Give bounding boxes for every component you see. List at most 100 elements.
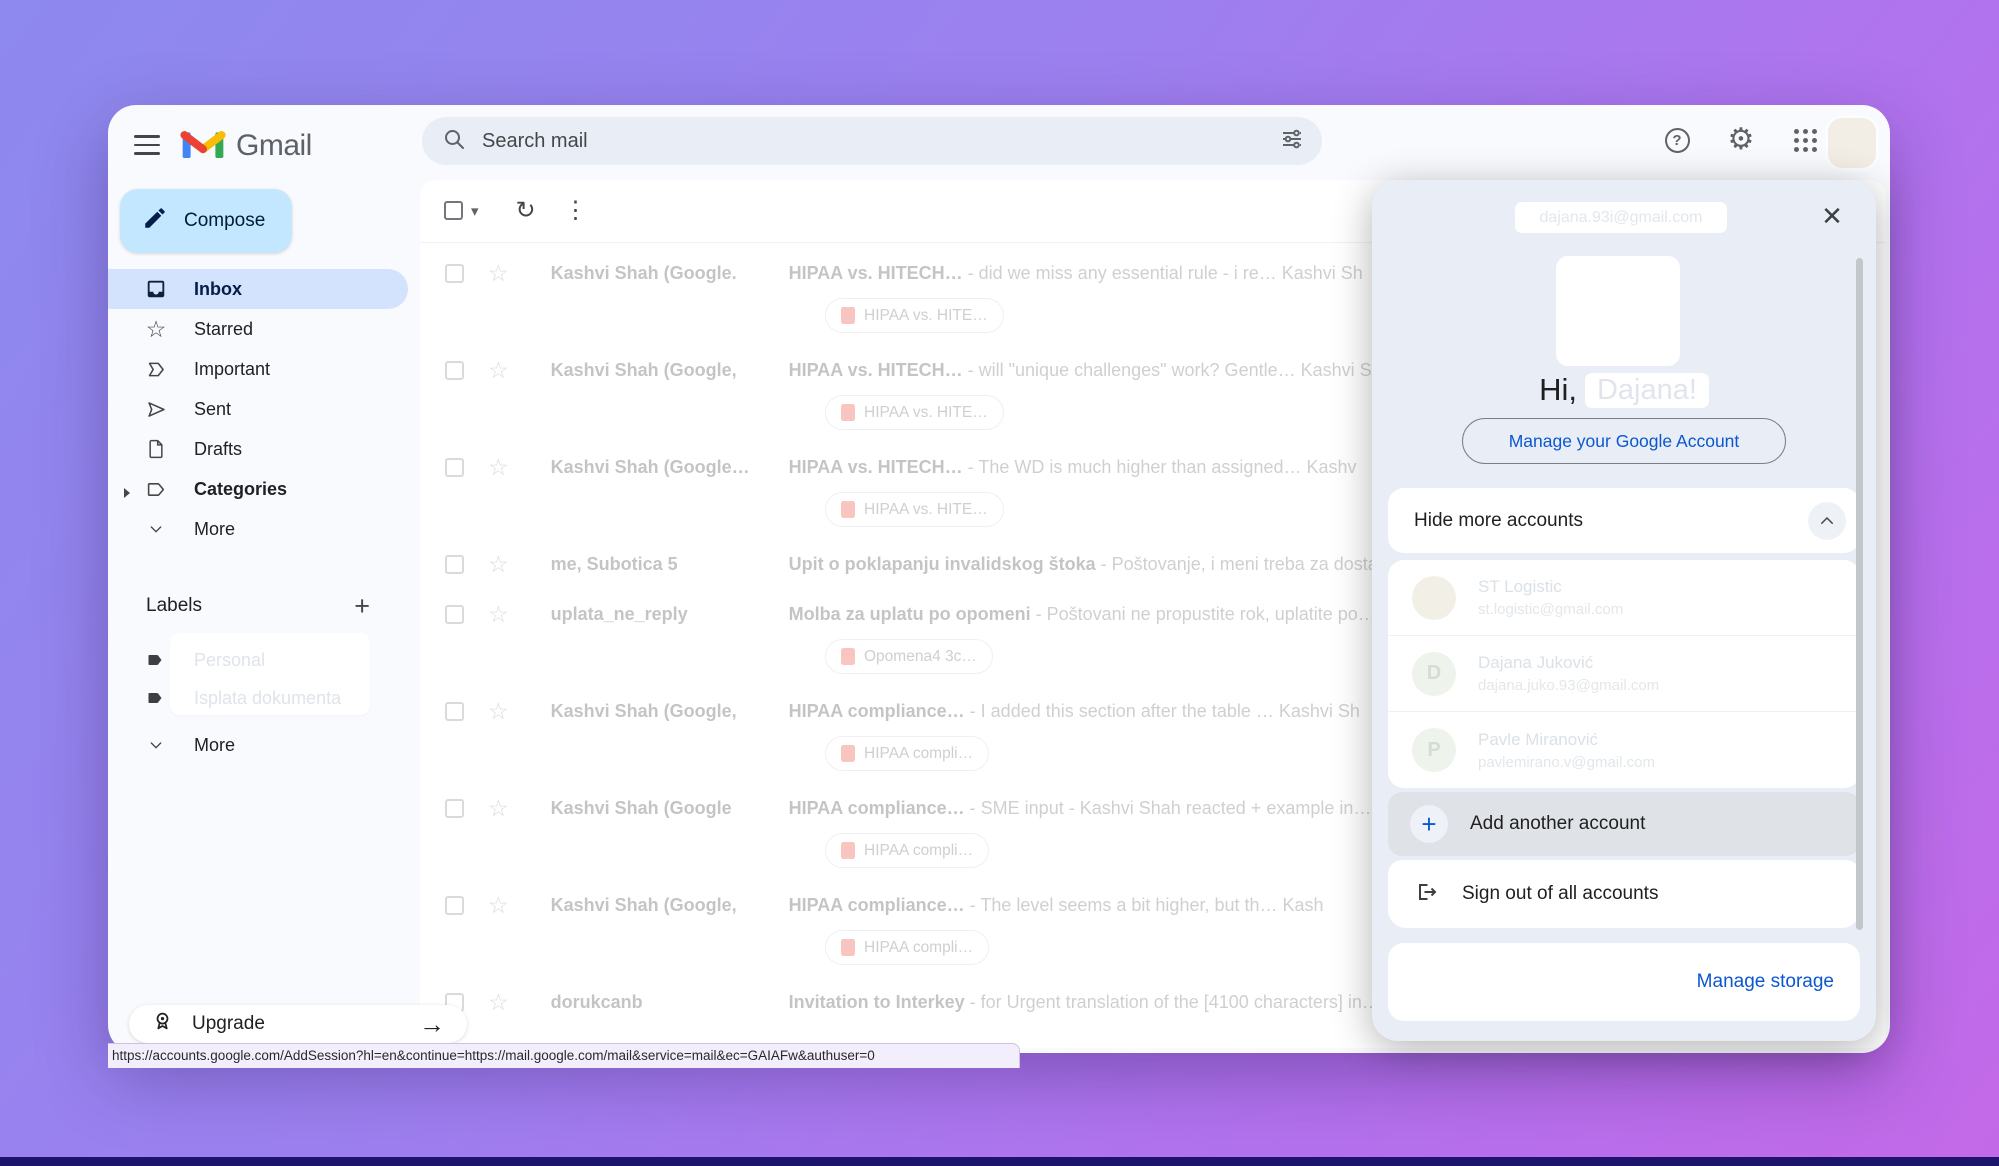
attachment-chip[interactable]: HIPAA vs. HITE… bbox=[825, 395, 1004, 430]
sidebar-item-inbox[interactable]: Inbox bbox=[108, 269, 408, 309]
sign-out-label: Sign out of all accounts bbox=[1462, 883, 1658, 905]
row-checkbox[interactable] bbox=[445, 361, 464, 380]
row-checkbox[interactable] bbox=[445, 605, 464, 624]
sidebar-item-more[interactable]: More bbox=[108, 509, 408, 549]
help-button[interactable]: ? bbox=[1654, 117, 1700, 163]
account-item[interactable]: ST Logistic st.logistic@gmail.com bbox=[1388, 560, 1860, 636]
storage-card: Manage storage bbox=[1388, 943, 1860, 1021]
sign-out-all-button[interactable]: Sign out of all accounts bbox=[1388, 860, 1860, 928]
account-email-redacted: st.logistic@gmail.com bbox=[1478, 601, 1623, 618]
expand-arrow-icon[interactable] bbox=[122, 483, 132, 504]
account-item[interactable]: P Pavle Miranović pavlemirano.v@gmail.co… bbox=[1388, 712, 1860, 788]
row-checkbox[interactable] bbox=[445, 555, 464, 574]
close-icon[interactable]: ✕ bbox=[1814, 198, 1850, 234]
sidebar-labels-more[interactable]: More bbox=[108, 725, 408, 765]
upgrade-label: Upgrade bbox=[192, 1013, 265, 1035]
sidebar-item-categories[interactable]: Categories bbox=[108, 469, 408, 509]
profile-avatar[interactable] bbox=[1828, 118, 1876, 168]
label-tag-icon bbox=[144, 650, 168, 670]
row-star-icon[interactable]: ☆ bbox=[488, 603, 509, 626]
manage-google-account-button[interactable]: Manage your Google Account bbox=[1462, 418, 1786, 464]
email-sender: Kashvi Shah (Google. bbox=[551, 263, 789, 284]
account-switcher-panel: dajana.93i@gmail.com ✕ Hi, Dajana! Manag… bbox=[1372, 180, 1876, 1041]
email-snippet: - SME input - Kashvi Shah reacted + exam… bbox=[965, 798, 1372, 818]
search-bar bbox=[422, 117, 1322, 165]
panel-scrollbar[interactable] bbox=[1856, 258, 1863, 930]
row-star-icon[interactable]: ☆ bbox=[488, 894, 509, 917]
upgrade-button[interactable]: Upgrade → bbox=[129, 1005, 467, 1043]
email-sender: Kashvi Shah (Google bbox=[551, 798, 789, 819]
search-filter-icon[interactable] bbox=[1280, 127, 1304, 156]
greeting: Hi, Dajana! bbox=[1372, 372, 1876, 408]
plus-icon: + bbox=[1410, 805, 1448, 843]
row-checkbox[interactable] bbox=[445, 702, 464, 721]
row-star-icon[interactable]: ☆ bbox=[488, 262, 509, 285]
email-snippet: - Poštovanje, i meni treba za dostavlj… bbox=[1096, 554, 1413, 574]
add-another-account-button[interactable]: + Add another account bbox=[1388, 792, 1860, 856]
row-checkbox[interactable] bbox=[445, 458, 464, 477]
account-email-redacted: dajana.juko.93@gmail.com bbox=[1478, 677, 1659, 694]
more-options-icon[interactable]: ⋮ bbox=[555, 196, 597, 225]
sidebar-item-drafts[interactable]: Drafts bbox=[108, 429, 408, 469]
send-icon bbox=[144, 399, 168, 420]
row-star-icon[interactable]: ☆ bbox=[488, 553, 509, 576]
attachment-chip[interactable]: HIPAA vs. HITE… bbox=[825, 298, 1004, 333]
settings-button[interactable]: ⚙ bbox=[1718, 117, 1764, 163]
attachment-name: Opomena4 3c… bbox=[864, 648, 977, 666]
sidebar-item-label: Sent bbox=[194, 399, 231, 420]
arrow-right-icon: → bbox=[419, 1009, 445, 1040]
email-subject: HIPAA compliance… bbox=[789, 798, 965, 818]
email-snippet: - will "unique challenges" work? Gentle…… bbox=[963, 360, 1372, 380]
create-label-button[interactable]: + bbox=[354, 593, 370, 620]
hide-more-accounts-button[interactable]: Hide more accounts bbox=[1388, 488, 1860, 553]
account-item[interactable]: D Dajana Juković dajana.juko.93@gmail.co… bbox=[1388, 636, 1860, 712]
badge-icon bbox=[151, 1010, 174, 1039]
attachment-chip[interactable]: HIPAA compli… bbox=[825, 930, 989, 965]
categories-tag-icon bbox=[144, 479, 168, 500]
attachment-name: HIPAA compli… bbox=[864, 745, 973, 763]
select-caret-icon[interactable]: ▾ bbox=[471, 202, 479, 220]
inbox-icon bbox=[144, 278, 168, 300]
label-name: Personal bbox=[194, 650, 265, 671]
attachment-name: HIPAA compli… bbox=[864, 939, 973, 957]
attachment-chip[interactable]: Opomena4 3c… bbox=[825, 639, 993, 674]
pdf-icon bbox=[841, 939, 855, 956]
row-checkbox[interactable] bbox=[445, 799, 464, 818]
main-menu-icon[interactable] bbox=[134, 135, 160, 155]
row-checkbox[interactable] bbox=[445, 264, 464, 283]
sidebar-item-starred[interactable]: ☆ Starred bbox=[108, 309, 408, 349]
email-snippet: - did we miss any essential rule - i re…… bbox=[963, 263, 1363, 283]
compose-button[interactable]: Compose bbox=[120, 189, 292, 253]
label-item-documents[interactable]: Isplata dokumenta bbox=[108, 679, 408, 717]
label-item-personal[interactable]: Personal bbox=[108, 641, 408, 679]
pdf-icon bbox=[841, 404, 855, 421]
row-star-icon[interactable]: ☆ bbox=[488, 359, 509, 382]
sidebar-item-label: Drafts bbox=[194, 439, 242, 460]
search-input[interactable] bbox=[482, 130, 1280, 153]
attachment-chip[interactable]: HIPAA compli… bbox=[825, 736, 989, 771]
header-actions: ? ⚙ bbox=[1654, 117, 1828, 163]
row-star-icon[interactable]: ☆ bbox=[488, 991, 509, 1014]
row-star-icon[interactable]: ☆ bbox=[488, 456, 509, 479]
account-name-redacted: Dajana Juković bbox=[1478, 653, 1659, 673]
apps-button[interactable] bbox=[1782, 117, 1828, 163]
sidebar-item-important[interactable]: Important bbox=[108, 349, 408, 389]
select-all-checkbox[interactable] bbox=[444, 201, 463, 220]
greeting-name-redacted: Dajana! bbox=[1585, 373, 1709, 408]
row-checkbox[interactable] bbox=[445, 896, 464, 915]
attachment-chip[interactable]: HIPAA compli… bbox=[825, 833, 989, 868]
sidebar-item-sent[interactable]: Sent bbox=[108, 389, 408, 429]
gmail-logo: Gmail bbox=[180, 125, 312, 166]
row-star-icon[interactable]: ☆ bbox=[488, 700, 509, 723]
mail-toolbar: ▾ ↻ ⋮ bbox=[444, 196, 597, 225]
email-snippet: - I added this section after the table …… bbox=[965, 701, 1360, 721]
attachment-chip[interactable]: HIPAA vs. HITE… bbox=[825, 492, 1004, 527]
account-email-redacted: pavlemirano.v@gmail.com bbox=[1478, 754, 1655, 771]
other-accounts-list: ST Logistic st.logistic@gmail.com D Daja… bbox=[1388, 560, 1860, 788]
row-star-icon[interactable]: ☆ bbox=[488, 797, 509, 820]
email-sender: Kashvi Shah (Google… bbox=[551, 457, 789, 478]
manage-storage-link[interactable]: Manage storage bbox=[1697, 971, 1834, 993]
refresh-icon[interactable]: ↻ bbox=[505, 196, 547, 225]
search-icon[interactable] bbox=[442, 127, 466, 156]
sidebar-nav: Inbox ☆ Starred Important Sent Drafts bbox=[108, 269, 408, 549]
